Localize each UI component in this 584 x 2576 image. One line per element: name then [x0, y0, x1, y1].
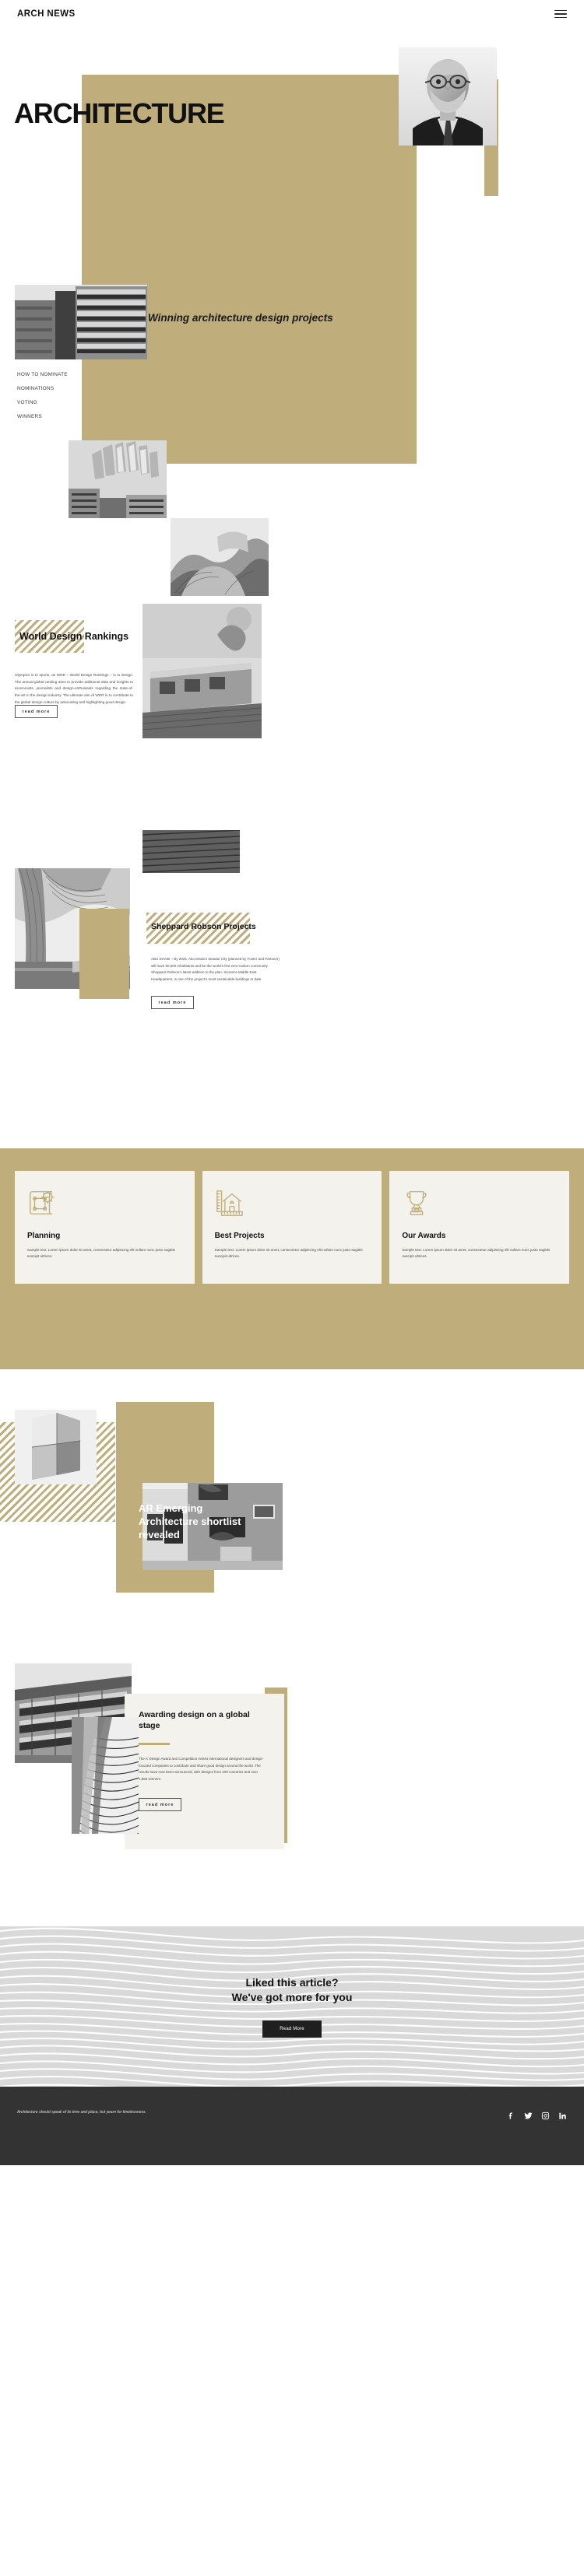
- feature-card-title: Best Projects: [214, 1232, 265, 1240]
- feature-card-text: Sample text. Lorem ipsum dolor sit amet,…: [214, 1248, 363, 1259]
- ar-sculpture-image: [15, 1410, 97, 1484]
- sidebar-item-winners[interactable]: WINNERS: [17, 414, 111, 419]
- cta-heading: Liked this article? We've got more for y…: [232, 1975, 353, 2005]
- read-more-button[interactable]: Read More: [262, 2020, 322, 2038]
- cta-heading-line-2: We've got more for you: [231, 1990, 353, 2003]
- intro-section: Winning architecture design projects HOW…: [0, 277, 584, 612]
- section-heading: World Design Rankings: [19, 631, 129, 642]
- feature-card-list: Planning Sample text. Lorem ipsum dolor …: [15, 1171, 570, 1284]
- features-section: Planning Sample text. Lorem ipsum dolor …: [0, 1148, 584, 1405]
- hamburger-bar: [554, 16, 567, 19]
- trophy-icon: [402, 1188, 431, 1218]
- hamburger-bar: [554, 13, 567, 15]
- intro-building-image-3: [171, 518, 269, 596]
- section-body: ABU DHABI – By 2025, Abu Dhabi’s Masdar …: [151, 957, 280, 981]
- hero-section: ARCHITECTURE: [0, 28, 584, 285]
- feature-card-text: Sample text. Lorem ipsum dolor sit amet,…: [27, 1248, 175, 1259]
- feature-card-best-projects[interactable]: Best Projects Sample text. Lorem ipsum d…: [202, 1171, 382, 1284]
- cta-section: Liked this article? We've got more for y…: [0, 1926, 584, 2087]
- section-heading: Sheppard Robson Projects: [151, 922, 256, 931]
- house-ruler-icon: [215, 1188, 245, 1218]
- world-design-rankings-section: World Design Rankings Olympics is to spo…: [0, 604, 584, 873]
- feature-card-planning[interactable]: Planning Sample text. Lorem ipsum dolor …: [15, 1171, 195, 1284]
- feature-card-title: Planning: [27, 1232, 61, 1240]
- read-more-button[interactable]: read more: [151, 996, 194, 1009]
- rankings-image-band: [142, 830, 240, 873]
- intro-nav-list: HOW TO NOMINATE NOMINATIONS VOTING WINNE…: [17, 372, 111, 428]
- site-header: ARCH NEWS: [0, 0, 584, 28]
- footer-quote: Architecture should speak of its time an…: [17, 2110, 146, 2115]
- awarding-image: [72, 1717, 139, 1834]
- site-footer: Architecture should speak of its time an…: [0, 2087, 584, 2165]
- sheppard-khaki-block: [79, 909, 129, 999]
- site-logo[interactable]: ARCH NEWS: [17, 9, 76, 19]
- heading-divider: [139, 1743, 170, 1745]
- hero-portrait-image: [399, 47, 497, 145]
- page-title: ARCHITECTURE: [14, 97, 225, 129]
- awarding-design-section: Awarding design on a global stage The A’…: [0, 1662, 584, 1926]
- hamburger-icon[interactable]: [554, 9, 567, 19]
- sidebar-item-how-to-nominate[interactable]: HOW TO NOMINATE: [17, 372, 111, 377]
- intro-building-image-1: [15, 285, 147, 359]
- feature-card-title: Our Awards: [402, 1232, 446, 1240]
- sheppard-robson-section: Sheppard Robson Projects ABU DHABI – By …: [0, 868, 584, 1148]
- cta-heading-line-1: Liked this article?: [245, 1975, 339, 1989]
- facebook-icon[interactable]: [507, 2112, 515, 2120]
- rankings-image: [142, 604, 262, 738]
- ar-emerging-section: AR Emerging Architecture shortlist revea…: [0, 1402, 584, 1763]
- read-more-button[interactable]: read more: [15, 705, 58, 718]
- blueprint-icon: [27, 1188, 57, 1218]
- intro-building-image-2: [69, 440, 167, 518]
- read-more-button[interactable]: read more: [139, 1798, 181, 1811]
- linkedin-icon[interactable]: [558, 2112, 567, 2120]
- instagram-icon[interactable]: [541, 2112, 550, 2120]
- section-body: The A’ Design Award and Competition invi…: [139, 1757, 264, 1781]
- section-body: Olympics is to sports, as WDR – World De…: [15, 673, 133, 704]
- feature-card-text: Sample text. Lorem ipsum dolor sit amet,…: [402, 1248, 551, 1259]
- twitter-icon[interactable]: [524, 2112, 533, 2120]
- hamburger-bar: [554, 9, 567, 12]
- intro-subtitle: Winning architecture design projects: [148, 312, 333, 324]
- ar-emerging-title: AR Emerging Architecture shortlist revea…: [139, 1502, 241, 1541]
- feature-card-our-awards[interactable]: Our Awards Sample text. Lorem ipsum dolo…: [389, 1171, 570, 1284]
- sidebar-item-nominations[interactable]: NOMINATIONS: [17, 386, 111, 391]
- section-heading: Awarding design on a global stage: [139, 1710, 250, 1730]
- page-root: ARCH NEWS ARCHITECTURE Winning architect…: [0, 0, 584, 2576]
- cta-content: Liked this article? We've got more for y…: [232, 1975, 353, 2038]
- sidebar-item-voting[interactable]: VOTING: [17, 400, 111, 405]
- social-links: [507, 2108, 567, 2120]
